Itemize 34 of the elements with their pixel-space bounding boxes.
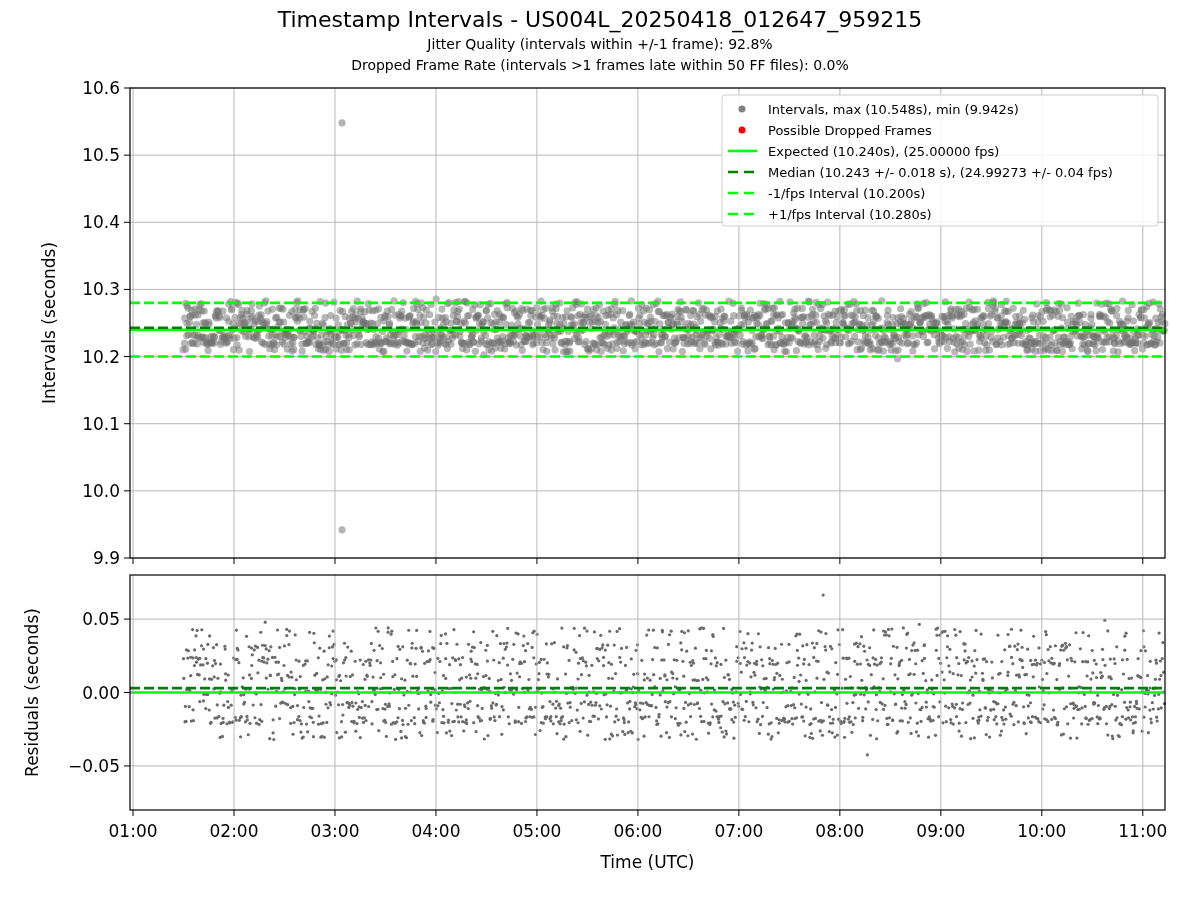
tick-label: −0.05 <box>67 755 120 776</box>
tick-label: 0.00 <box>82 682 120 703</box>
tick-label: 10:00 <box>1017 821 1067 841</box>
axis-label: Time (UTC) <box>600 852 695 872</box>
tick-label: 9.9 <box>92 548 120 568</box>
tick-label: 10.1 <box>82 413 120 434</box>
tick-label: 02:00 <box>209 821 259 841</box>
legend-label: Expected (10.240s), (25.00000 fps) <box>768 143 1000 159</box>
tick-label: 01:00 <box>108 821 158 841</box>
chart-subtitle: Dropped Frame Rate (intervals >1 frames late within 50 FF files): 0.0% <box>351 56 849 75</box>
legend-label: Median (10.243 +/- 0.018 s), (24.99273 +/- 0.04 fps) <box>768 164 1113 180</box>
axis-label: Residuals (seconds) <box>22 608 42 777</box>
tick-label: 06:00 <box>613 821 663 841</box>
tick-label: 11:00 <box>1118 821 1168 841</box>
tick-label: 0.05 <box>82 609 120 630</box>
tick-label: 07:00 <box>714 821 764 841</box>
tick-label: 10.6 <box>82 78 120 98</box>
tick-label: 05:00 <box>512 821 562 841</box>
chart-subtitle: Jitter Quality (intervals within +/-1 frame): 92.8% <box>427 35 773 54</box>
axis-label: Intervals (seconds) <box>39 241 59 405</box>
tick-label: 09:00 <box>916 821 966 841</box>
tick-label: 10.2 <box>82 346 120 367</box>
tick-label: 10.4 <box>82 212 120 233</box>
legend-label: Intervals, max (10.548s), min (9.942s) <box>768 101 1019 117</box>
legend-label: +1/fps Interval (10.280s) <box>768 206 932 222</box>
tick-label: 03:00 <box>310 821 360 841</box>
tick-label: 10.3 <box>82 279 120 300</box>
legend-label: -1/fps Interval (10.200s) <box>768 185 926 201</box>
tick-label: 10.5 <box>82 145 120 166</box>
legend-label: Possible Dropped Frames <box>768 122 932 138</box>
chart-title: Timestamp Intervals - US004L_20250418_012647_959215 <box>277 6 923 34</box>
tick-label: 10.0 <box>82 480 120 501</box>
tick-label: 04:00 <box>411 821 461 841</box>
tick-label: 08:00 <box>815 821 865 841</box>
